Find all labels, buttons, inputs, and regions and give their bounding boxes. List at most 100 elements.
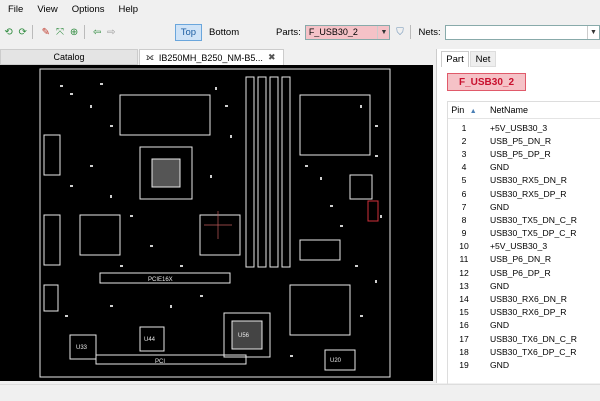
pin-cell: 17 [459, 333, 469, 344]
top-side-button[interactable]: Top [174, 23, 203, 41]
refresh-left-icon[interactable]: ⟲ [3, 26, 14, 38]
pin-table-body: 1 +5V_USB30_3 2 USB_P5_DN_R 3 USB_P5_DP_R 4… [448, 119, 600, 372]
dimm-slot [257, 76, 267, 268]
document-icon: ⟗ [146, 52, 154, 62]
pin-cell: 16 [459, 320, 469, 331]
pin-cell: 19 [459, 359, 469, 370]
pin-cell: 5 [461, 175, 467, 186]
column-header-netname[interactable]: NetName [480, 105, 528, 115]
close-icon[interactable]: ✖ [268, 52, 276, 63]
nets-label: Nets: [418, 26, 441, 38]
table-row[interactable]: 18 USB30_TX6_DP_C_R [448, 345, 600, 358]
net-cell: USB30_RX5_DP_R [490, 188, 567, 199]
net-cell: USB30_TX5_DN_C_R [490, 214, 577, 225]
tab-net[interactable]: Net [470, 51, 496, 67]
pin-cell: 6 [461, 188, 467, 199]
part-info-panel: Part Net F_USB30_2 Pin ▲ NetName 1 +5V_US… [436, 49, 600, 384]
table-row[interactable]: 7 GND [448, 200, 600, 213]
table-row[interactable]: 6 USB30_RX5_DP_R [448, 187, 600, 200]
chevron-down-icon[interactable]: ▼ [587, 25, 599, 39]
pin-cell: 14 [459, 294, 469, 305]
pin-cell: 7 [461, 201, 467, 212]
table-row[interactable]: 10 +5V_USB30_3 [448, 240, 600, 253]
pin-cell: 18 [459, 346, 469, 357]
board-view[interactable]: PCIE16X PCI U33 U44 U56 U20 [0, 65, 433, 381]
pin-cell: 3 [461, 148, 467, 159]
left-connector [43, 134, 61, 176]
net-cell: USB_P5_DP_R [490, 148, 551, 159]
pin-cell: 10 [459, 241, 469, 252]
chevron-down-icon[interactable]: ▼ [377, 25, 389, 39]
back-icon[interactable]: ⇦ [92, 26, 103, 38]
tab-document-label: IB250MH_B250_NM-B5... [158, 52, 263, 63]
dimm-slot [245, 76, 255, 268]
bottom-side-button[interactable]: Bottom [204, 25, 244, 40]
pin-table[interactable]: Pin ▲ NetName 1 +5V_USB30_3 2 USB_P5_DN_R … [447, 101, 600, 384]
table-row[interactable]: 15 USB30_RX6_DP_R [448, 306, 600, 319]
table-row[interactable]: 17 USB30_TX6_DN_C_R [448, 332, 600, 345]
menu-help[interactable]: Help [118, 4, 138, 15]
table-row[interactable]: 8 USB30_TX5_DN_C_R [448, 213, 600, 226]
net-cell: GND [490, 280, 510, 291]
tab-document[interactable]: ⟗ IB250MH_B250_NM-B5... ✖ [139, 49, 284, 65]
parts-combobox[interactable]: F_USB30_2 ▼ [304, 24, 391, 40]
table-row[interactable]: 9 USB30_TX5_DP_C_R [448, 227, 600, 240]
table-row[interactable]: 13 GND [448, 279, 600, 292]
table-row[interactable]: 12 USB_P6_DP_R [448, 266, 600, 279]
table-row[interactable]: 3 USB_P5_DP_R [448, 147, 600, 160]
net-cell: +5V_USB30_3 [490, 122, 548, 133]
parts-value: F_USB30_2 [308, 27, 358, 37]
column-header-pin[interactable]: Pin ▲ [448, 105, 480, 115]
sort-asc-icon: ▲ [469, 108, 477, 115]
pin-table-header: Pin ▲ NetName [448, 102, 600, 119]
net-cell: USB30_RX5_DN_R [490, 175, 567, 186]
color-icon[interactable]: ✎ [40, 26, 51, 38]
tab-part[interactable]: Part [441, 51, 469, 67]
board-label-u20: U20 [330, 358, 342, 364]
tab-catalog[interactable]: Catalog [0, 49, 138, 65]
nets-combobox[interactable]: ▼ [444, 24, 600, 40]
table-row[interactable]: 4 GND [448, 161, 600, 174]
toolbar: ⟲ ⟳ ✎ ⤧ ⊕ ⇦ ⇨ Top Bottom Parts: F_USB30_… [0, 19, 600, 45]
net-cell: GND [490, 359, 510, 370]
status-bar [0, 384, 600, 401]
menu-options[interactable]: Options [72, 4, 105, 15]
forward-icon[interactable]: ⇨ [106, 26, 117, 38]
component-block [199, 214, 241, 256]
pin-cell: 1 [461, 122, 467, 133]
net-cell: GND [490, 162, 510, 173]
refresh-right-icon[interactable]: ⟳ [17, 26, 28, 38]
toolbar-separator [409, 25, 411, 39]
component-block [119, 94, 211, 136]
document-tabs: Catalog ⟗ IB250MH_B250_NM-B5... ✖ [0, 49, 435, 65]
table-row[interactable]: 1 +5V_USB30_3 [448, 121, 600, 134]
table-row[interactable]: 2 USB_P5_DN_R [448, 134, 600, 147]
filter-icon[interactable]: ⛉ [394, 26, 405, 38]
left-connector [43, 214, 61, 266]
pin-cell: 9 [461, 228, 467, 239]
table-row[interactable]: 16 GND [448, 319, 600, 332]
fit-icon[interactable]: ⤧ [54, 26, 65, 38]
board-label-u44: U44 [144, 337, 156, 343]
toolbar-separator [83, 25, 85, 39]
pin-cell: 8 [461, 214, 467, 225]
board-label-pcie16x: PCIE16X [148, 277, 173, 283]
table-row[interactable]: 11 USB_P6_DN_R [448, 253, 600, 266]
menu-view[interactable]: View [37, 4, 57, 15]
net-cell: USB_P5_DN_R [490, 135, 552, 146]
zoom-icon[interactable]: ⊕ [69, 26, 80, 38]
net-cell: +5V_USB30_3 [490, 241, 548, 252]
pin-cell: 12 [459, 267, 469, 278]
board-canvas[interactable]: PCIE16X PCI U33 U44 U56 U20 [0, 65, 433, 381]
pin-cell: 4 [461, 162, 467, 173]
menu-file[interactable]: File [8, 4, 23, 15]
table-row[interactable]: 14 USB30_RX6_DN_R [448, 292, 600, 305]
net-cell: GND [490, 320, 510, 331]
right-header [349, 174, 373, 200]
table-row[interactable]: 5 USB30_RX5_DN_R [448, 174, 600, 187]
component-block [299, 94, 371, 156]
board-label-pci: PCI [155, 359, 165, 365]
table-row[interactable]: 19 GND [448, 358, 600, 371]
parts-label: Parts: [276, 26, 301, 38]
pin-cell: 15 [459, 307, 469, 318]
